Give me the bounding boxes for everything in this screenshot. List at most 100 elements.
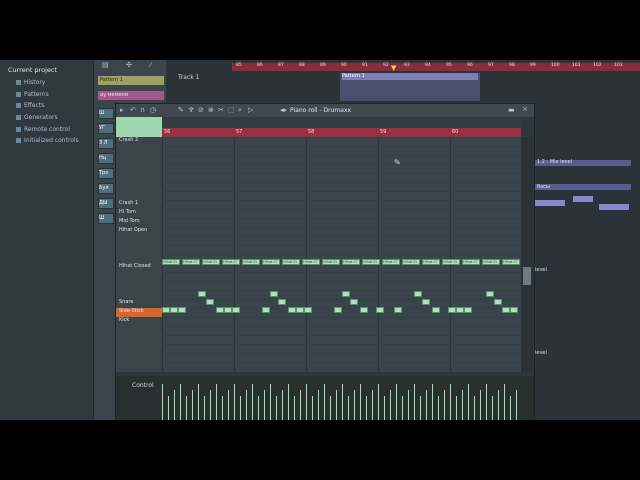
- note-side-stick[interactable]: [206, 299, 214, 305]
- note-kick[interactable]: [178, 307, 186, 313]
- key-label[interactable]: Crash 1: [119, 200, 138, 206]
- pencil-icon[interactable]: ✎: [178, 106, 184, 114]
- note-kick[interactable]: [394, 307, 402, 313]
- brush-icon[interactable]: ♆: [188, 106, 194, 114]
- key-label[interactable]: Hihat Closed: [119, 263, 151, 269]
- magnet-icon[interactable]: ∩: [140, 106, 145, 114]
- vertical-scrollbar[interactable]: [521, 137, 533, 372]
- note-kick[interactable]: [232, 307, 240, 313]
- zoom-preview[interactable]: [116, 117, 162, 137]
- channel-button[interactable]: Ш: [98, 108, 114, 119]
- note-kick[interactable]: [224, 307, 232, 313]
- note-kick[interactable]: [304, 307, 312, 313]
- note-snare[interactable]: [198, 291, 206, 297]
- note-hihat-closed[interactable]: Hihat Cl: [262, 259, 280, 265]
- channel-button[interactable]: 3 Л: [98, 138, 114, 149]
- note-hihat-closed[interactable]: Hihat Cl: [402, 259, 420, 265]
- note-hihat-closed[interactable]: Hihat Cl: [442, 259, 460, 265]
- rack-menu-icon[interactable]: ▤: [102, 61, 109, 69]
- playlist-clip[interactable]: [573, 196, 593, 202]
- pattern-selector[interactable]: Pattern 1: [98, 76, 164, 85]
- note-hihat-closed[interactable]: Hihat Cl: [182, 259, 200, 265]
- browser-header[interactable]: Current project: [8, 66, 57, 74]
- browser-item-initialized-controls[interactable]: Initialized controls: [16, 137, 79, 144]
- note-hihat-closed[interactable]: Hihat Cl: [362, 259, 380, 265]
- delete-icon[interactable]: ⊘: [198, 106, 204, 114]
- key-label[interactable]: Side-Stick: [119, 308, 144, 314]
- pattern-item[interactable]: ау мемекм: [98, 91, 164, 100]
- piano-roll-titlebar[interactable]: ▸ ↶ ∩ ◷ ✎ ♆ ⊘ ⊗ ✂ ⬚ ⌕ ▷ ◂▸ Piano roll - …: [116, 104, 534, 117]
- note-hihat-closed[interactable]: Hihat Cl: [282, 259, 300, 265]
- note-kick[interactable]: [510, 307, 518, 313]
- note-kick[interactable]: [162, 307, 170, 313]
- note-kick[interactable]: [334, 307, 342, 313]
- note-hihat-closed[interactable]: Hihat Cl: [422, 259, 440, 265]
- close-icon[interactable]: ×: [522, 105, 528, 113]
- note-kick[interactable]: [432, 307, 440, 313]
- browser-item-remote-control[interactable]: Remote control: [16, 126, 70, 133]
- control-lane[interactable]: Control: [116, 376, 534, 420]
- note-hihat-closed[interactable]: Hihat Cl: [322, 259, 340, 265]
- velocity-bars[interactable]: [162, 380, 521, 420]
- note-snare[interactable]: [270, 291, 278, 297]
- browser-item-generators[interactable]: Generators: [16, 114, 58, 121]
- note-hihat-closed[interactable]: Hihat Cl: [222, 259, 240, 265]
- note-side-stick[interactable]: [350, 299, 358, 305]
- menu-arrow-icon[interactable]: ▸: [120, 106, 124, 114]
- note-kick[interactable]: [448, 307, 456, 313]
- select-icon[interactable]: ⬚: [228, 106, 235, 114]
- control-label[interactable]: Control: [132, 382, 154, 389]
- note-hihat-closed[interactable]: Hihat Cl: [162, 259, 180, 265]
- note-snare[interactable]: [342, 291, 350, 297]
- overview-strip[interactable]: [162, 117, 521, 128]
- note-hihat-closed[interactable]: Hihat Cl: [202, 259, 220, 265]
- track-label[interactable]: Track 1: [178, 74, 199, 81]
- key-label[interactable]: Hihat Open: [119, 227, 147, 233]
- key-label[interactable]: Hi Tom: [119, 209, 136, 215]
- note-side-stick[interactable]: [278, 299, 286, 305]
- browser-item-patterns[interactable]: Patterns: [16, 91, 49, 98]
- note-snare[interactable]: [414, 291, 422, 297]
- undo-icon[interactable]: ↶: [130, 106, 136, 114]
- note-hihat-closed[interactable]: Hihat Cl: [382, 259, 400, 265]
- note-kick[interactable]: [170, 307, 178, 313]
- zoom-icon[interactable]: ⌕: [238, 106, 242, 115]
- key-label[interactable]: Kick: [119, 317, 129, 323]
- snap-icon[interactable]: ✣: [126, 61, 132, 69]
- play-icon[interactable]: ▷: [248, 106, 253, 114]
- note-kick[interactable]: [464, 307, 472, 313]
- note-kick[interactable]: [262, 307, 270, 313]
- minimize-icon[interactable]: ▬: [508, 106, 515, 114]
- playhead-marker-icon[interactable]: ▼: [391, 64, 396, 72]
- key-label[interactable]: Snare: [119, 299, 133, 305]
- channel-button[interactable]: УГ: [98, 123, 114, 134]
- channel-button[interactable]: Бул: [98, 183, 114, 194]
- playlist-clip[interactable]: [535, 200, 565, 206]
- note-kick[interactable]: [216, 307, 224, 313]
- channel-button[interactable]: Трэ: [98, 168, 114, 179]
- slice-icon[interactable]: ✂: [218, 106, 224, 114]
- scroll-thumb[interactable]: [523, 267, 531, 285]
- browser-item-effects[interactable]: Effects: [16, 102, 44, 109]
- playlist-ruler[interactable]: 85 86 87 88 89 90 91 92 93 94 95 96 97 98 99 100 101 102 1…: [232, 63, 640, 71]
- key-label[interactable]: Crash 2: [119, 137, 138, 143]
- key-label[interactable]: Mid Tom: [119, 218, 140, 224]
- note-kick[interactable]: [502, 307, 510, 313]
- clock-icon[interactable]: ◷: [150, 106, 156, 114]
- note-side-stick[interactable]: [494, 299, 502, 305]
- note-hihat-closed[interactable]: Hihat Cl: [242, 259, 260, 265]
- channel-button[interactable]: Нц: [98, 153, 114, 164]
- piano-roll-ruler[interactable]: 56 57 58 59 60: [162, 128, 521, 137]
- arrows-icon[interactable]: ◂▸: [280, 106, 287, 114]
- note-grid[interactable]: Hihat Cl Hihat Cl Hihat Cl Hihat Cl Hihat Cl…: [162, 137, 521, 372]
- note-kick[interactable]: [456, 307, 464, 313]
- pattern-clip[interactable]: Pattern 1: [340, 73, 480, 101]
- tool-icon[interactable]: ⁄: [150, 61, 151, 69]
- note-kick[interactable]: [288, 307, 296, 313]
- note-hihat-closed[interactable]: Hihat Cl: [462, 259, 480, 265]
- note-kick[interactable]: [376, 307, 384, 313]
- playlist-clip[interactable]: [599, 204, 629, 210]
- note-hihat-closed[interactable]: Hihat Cl: [302, 259, 320, 265]
- channel-button[interactable]: Ш: [98, 213, 114, 224]
- channel-button[interactable]: ДЫ: [98, 198, 114, 209]
